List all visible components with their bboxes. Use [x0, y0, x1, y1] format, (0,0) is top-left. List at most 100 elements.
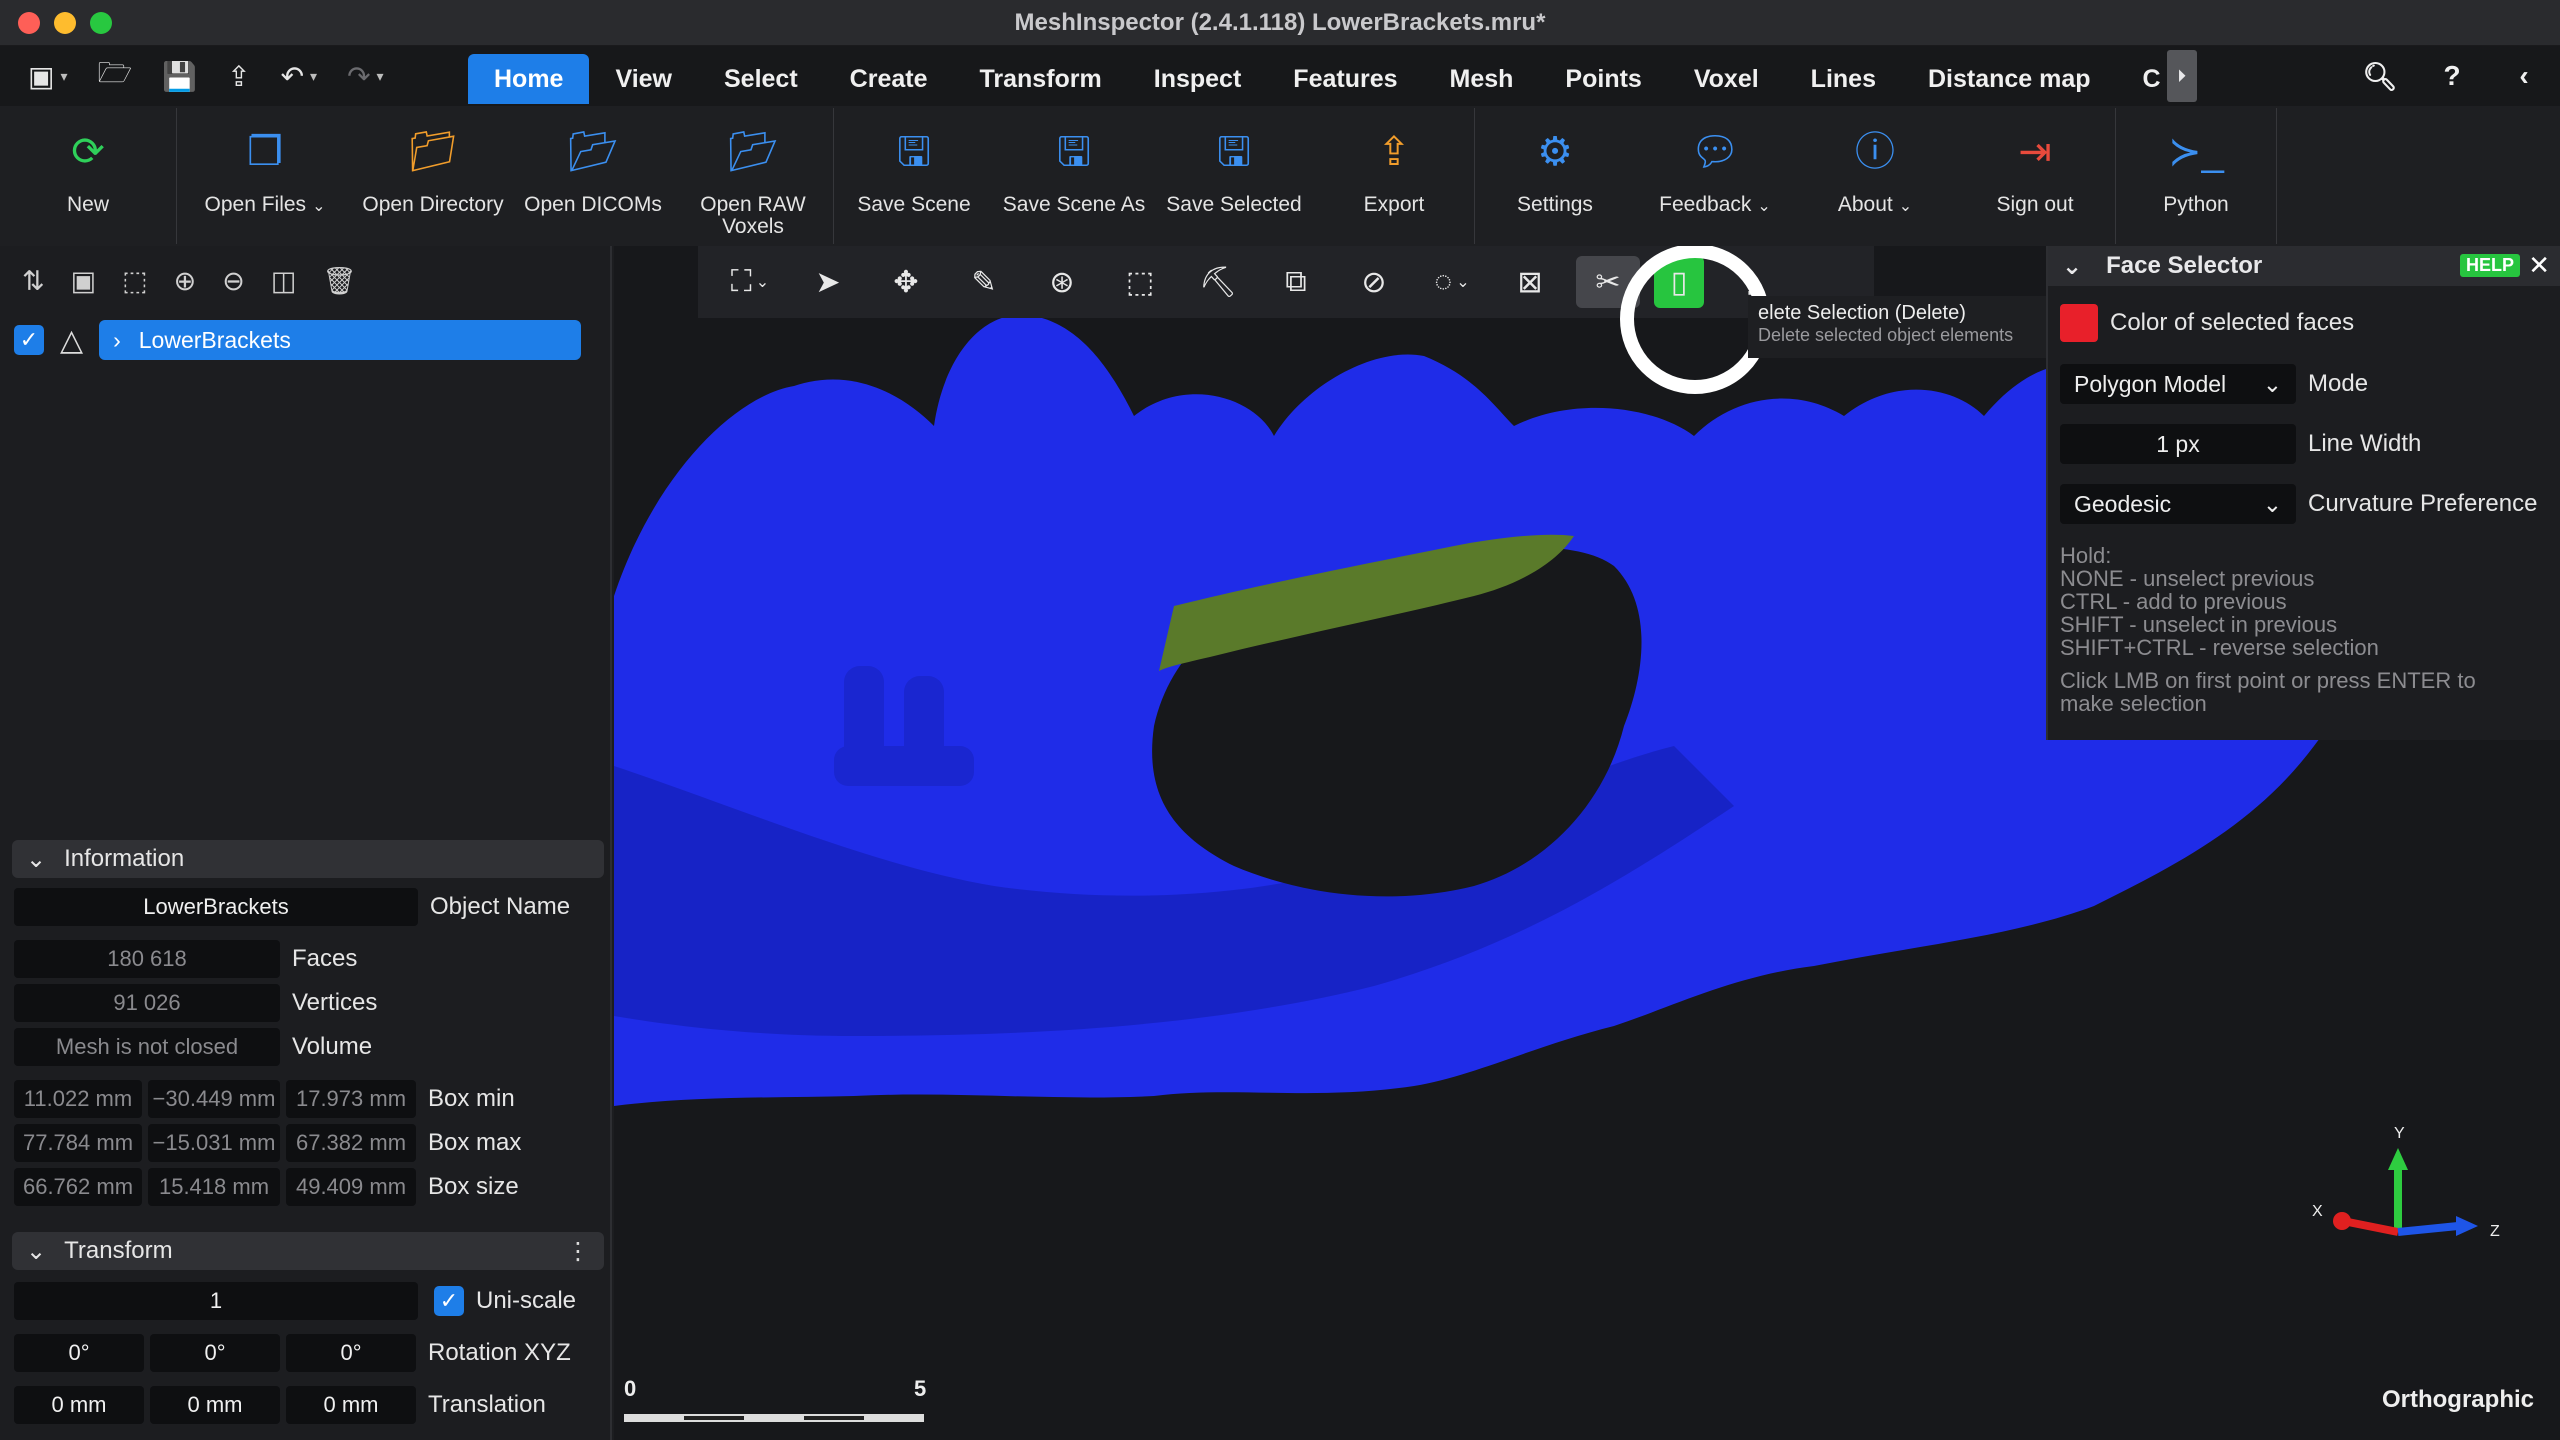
chevron-down-icon[interactable]: ⌄: [2062, 252, 2082, 281]
undo-icon[interactable]: ↶ ▾: [281, 60, 318, 93]
chevron-right-icon[interactable]: ›: [113, 327, 121, 354]
dicom-folder-icon: 📂︎: [567, 130, 619, 174]
tab-mesh[interactable]: Mesh: [1424, 55, 1540, 103]
close-icon[interactable]: ✕: [2528, 250, 2550, 281]
open-files-icon: ❐: [247, 130, 283, 174]
show-hide-icon[interactable]: ◫: [271, 266, 297, 297]
tab-create[interactable]: Create: [824, 55, 954, 103]
curvature-dropdown[interactable]: Geodesic ⌄: [2060, 484, 2296, 524]
feedback-button[interactable]: 💬︎ Feedback ⌄: [1635, 108, 1795, 244]
python-button[interactable]: ≻_ Python: [2116, 108, 2276, 244]
face-selector-panel: ⌄ Face Selector HELP ✕ Color of selected…: [2046, 246, 2560, 740]
help-button[interactable]: HELP: [2459, 254, 2520, 277]
faces-row: 180 618 Faces: [14, 940, 357, 978]
minimize-window-button[interactable]: [54, 12, 76, 34]
close-window-button[interactable]: [18, 12, 40, 34]
tab-transform[interactable]: Transform: [954, 55, 1128, 103]
rotate-gizmo-icon[interactable]: ⊛: [1030, 256, 1094, 308]
tab-select[interactable]: Select: [698, 55, 824, 103]
translation-z-input[interactable]: 0 mm: [286, 1386, 416, 1424]
layout-menu-icon[interactable]: ▣ ▾: [28, 60, 68, 93]
duplicate-icon[interactable]: ⧉: [1264, 256, 1328, 308]
box-max-z: 67.382 mm: [286, 1124, 416, 1162]
chevron-down-icon[interactable]: ⌄: [312, 198, 325, 215]
scale-input[interactable]: 1: [14, 1282, 418, 1320]
more-tabs-button[interactable]: ⏵: [2166, 50, 2197, 102]
scene-object-item[interactable]: › LowerBrackets: [99, 320, 582, 360]
ribbon-group-app: ⚙ Settings 💬︎ Feedback ⌄ ⓘ About ⌄ ⇥ Sign …: [1475, 108, 2116, 244]
translation-x-input[interactable]: 0 mm: [14, 1386, 144, 1424]
tab-points[interactable]: Points: [1539, 55, 1667, 103]
uniscale-checkbox[interactable]: ✓: [434, 1286, 464, 1316]
paint-select-icon[interactable]: ✎: [952, 256, 1016, 308]
maximize-window-button[interactable]: [90, 12, 112, 34]
information-section-header[interactable]: ⌄ Information: [12, 840, 604, 878]
visibility-checkbox[interactable]: ✓: [14, 325, 44, 355]
clear-selection-icon[interactable]: ⊠: [1498, 256, 1562, 308]
line-width-row: 1 px Line Width: [2060, 424, 2421, 464]
help-icon[interactable]: ?: [2416, 60, 2488, 92]
object-name-field[interactable]: LowerBrackets: [14, 888, 418, 926]
tab-view[interactable]: View: [589, 55, 698, 103]
axis-gizmo[interactable]: Y X Z: [2308, 1125, 2508, 1281]
bounding-box-icon[interactable]: ⬚: [1108, 256, 1172, 308]
move-up-icon[interactable]: ⊕: [174, 266, 197, 297]
select-arrow-icon[interactable]: ➤: [796, 256, 860, 308]
ribbon-toolbar: ⟳ New ❐ Open Files ⌄ 📁︎ Open Directory 📂︎…: [0, 106, 2560, 246]
move-down-icon[interactable]: ⊖: [222, 266, 245, 297]
line-width-input[interactable]: 1 px: [2060, 424, 2296, 464]
selected-faces-color-swatch[interactable]: [2060, 304, 2098, 342]
new-button[interactable]: ⟳ New: [0, 108, 176, 244]
tab-inspect[interactable]: Inspect: [1128, 55, 1268, 103]
fit-view-icon[interactable]: ⛶ ⌄: [718, 256, 782, 308]
move-icon[interactable]: ✥: [874, 256, 938, 308]
open-raw-voxels-button[interactable]: 📂︎ Open RAW Voxels: [673, 108, 833, 244]
collapse-chevron-icon[interactable]: ‹: [2488, 60, 2560, 92]
deselect-all-icon[interactable]: ⬚: [122, 266, 148, 297]
rotation-z-input[interactable]: 0°: [286, 1334, 416, 1372]
export-icon[interactable]: ⇪: [227, 60, 250, 93]
select-all-icon[interactable]: ▣: [71, 266, 97, 297]
tab-home[interactable]: Home: [468, 54, 590, 104]
tab-distance-map[interactable]: Distance map: [1902, 55, 2117, 103]
mode-dropdown[interactable]: Polygon Model ⌄: [2060, 364, 2296, 404]
x-axis: [2347, 1218, 2399, 1236]
transform-section-header[interactable]: ⌄ Transform ⋮: [12, 1232, 604, 1270]
save-scene-button[interactable]: 🖫 Save Scene: [834, 108, 994, 244]
more-options-icon[interactable]: ⋮: [566, 1237, 590, 1266]
redo-icon[interactable]: ↷ ▾: [347, 60, 384, 93]
open-dicoms-button[interactable]: 📂︎ Open DICOMs: [513, 108, 673, 244]
volume-value: Mesh is not closed: [14, 1028, 280, 1066]
mode-row: Polygon Model ⌄ Mode: [2060, 364, 2368, 404]
open-files-button[interactable]: ❐ Open Files ⌄: [177, 108, 353, 244]
rotation-x-input[interactable]: 0°: [14, 1334, 144, 1372]
tab-lines[interactable]: Lines: [1785, 55, 1902, 103]
save-selected-button[interactable]: 🖫 Save Selected: [1154, 108, 1314, 244]
open-directory-button[interactable]: 📁︎ Open Directory: [353, 108, 513, 244]
lasso-icon[interactable]: ◌ ⌄: [1420, 256, 1484, 308]
projection-label[interactable]: Orthographic: [2382, 1386, 2534, 1414]
chevron-down-icon[interactable]: ⌄: [1899, 198, 1912, 215]
box-size-z: 49.409 mm: [286, 1168, 416, 1206]
tab-voxel[interactable]: Voxel: [1668, 55, 1785, 103]
chevron-down-icon[interactable]: ⌄: [1757, 198, 1770, 215]
open-folder-icon[interactable]: 🗁: [98, 52, 133, 100]
translation-y-input[interactable]: 0 mm: [150, 1386, 280, 1424]
tab-features[interactable]: Features: [1267, 55, 1423, 103]
save-icon[interactable]: 💾: [162, 60, 197, 93]
hide-icon[interactable]: ⊘: [1342, 256, 1406, 308]
about-button[interactable]: ⓘ About ⌄: [1795, 108, 1955, 244]
trash-icon[interactable]: 🗑︎: [322, 265, 356, 297]
export-button[interactable]: ⇪ Export: [1314, 108, 1474, 244]
search-icon[interactable]: 🔍︎: [2344, 60, 2416, 93]
save-scene-as-button[interactable]: 🖫 Save Scene As: [994, 108, 1154, 244]
menu-right-icons: 🔍︎ ? ‹: [2344, 46, 2560, 106]
settings-button[interactable]: ⚙ Settings: [1475, 108, 1635, 244]
ribbon-group-python: ≻_ Python: [2116, 108, 2277, 244]
brush-icon[interactable]: ⛏: [1186, 256, 1250, 308]
rotation-y-input[interactable]: 0°: [150, 1334, 280, 1372]
tab-truncated[interactable]: C: [2117, 55, 2167, 103]
python-icon: ≻_: [2168, 130, 2224, 174]
sign-out-button[interactable]: ⇥ Sign out: [1955, 108, 2115, 244]
sort-icon[interactable]: ⇅: [22, 266, 45, 297]
